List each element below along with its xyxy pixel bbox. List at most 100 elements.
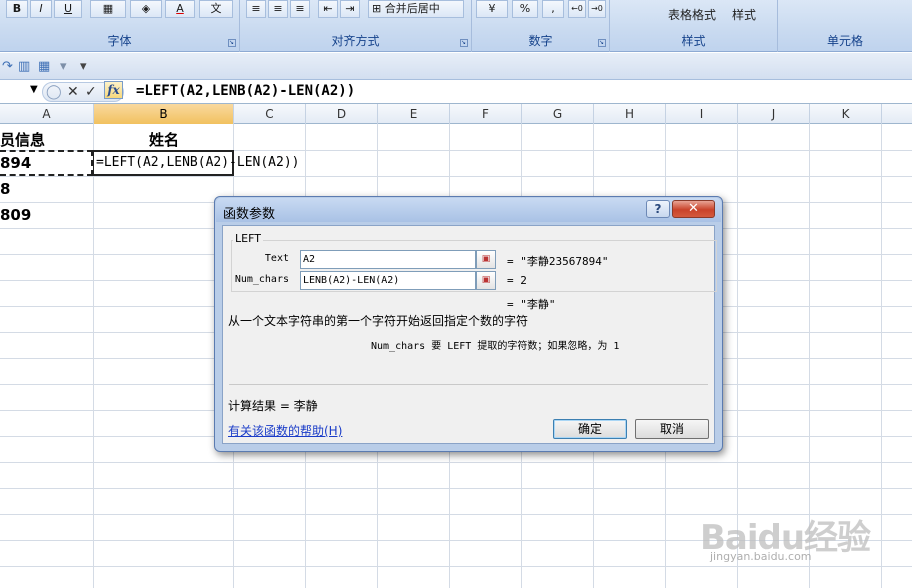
ribbon-group-number-label: 数字: [528, 34, 553, 48]
column-header-f[interactable]: F: [450, 104, 522, 124]
cell-a3[interactable]: 8: [0, 180, 10, 198]
arg-num-chars-result: = 2: [507, 274, 527, 287]
column-header-k[interactable]: K: [810, 104, 882, 124]
ribbon-group-cells-label: 单元格: [826, 34, 863, 48]
increase-indent-icon: ⇥: [345, 2, 355, 15]
grid-line: [0, 462, 912, 463]
cell-style-button[interactable]: 样式: [732, 6, 756, 23]
column-header-i[interactable]: I: [666, 104, 738, 124]
number-dialog-launcher-icon[interactable]: ↘: [598, 39, 606, 47]
quick-access-toolbar: ↷ ▥ ▦ ▾ ▾: [0, 53, 912, 80]
cell-a4[interactable]: 809: [0, 206, 31, 224]
fill-color-button[interactable]: ◈: [130, 0, 162, 18]
customize-toolbar-icon[interactable]: ▾: [80, 59, 87, 74]
arg-num-chars-collapse-button[interactable]: ▣: [476, 271, 496, 290]
table-format-button[interactable]: 表格格式: [668, 6, 716, 23]
merge-center-icon: ⊞: [372, 2, 382, 15]
redo-icon[interactable]: ↷: [2, 59, 13, 74]
percent-button[interactable]: %: [512, 0, 538, 18]
function-description: 从一个文本字符串的第一个字符开始返回指定个数的字符: [228, 314, 529, 328]
grid-line: [93, 124, 94, 588]
font-color-button[interactable]: A: [165, 0, 195, 18]
font-color-icon: A: [176, 2, 184, 15]
column-header-d[interactable]: D: [306, 104, 378, 124]
font-dialog-launcher-icon[interactable]: ↘: [228, 39, 236, 47]
ribbon-group-font: B I U ▦ ◈ A 文 字体 ↘: [0, 0, 240, 52]
cell-b1[interactable]: 姓名: [94, 129, 234, 150]
align-right-button[interactable]: ≡: [290, 0, 310, 18]
ribbon-group-alignment: ≡ ≡ ≡ ⇤ ⇥ ⊞ 合并后居中 对齐方式 ↘: [240, 0, 472, 52]
collapse-dialog-icon: ▣: [481, 275, 491, 285]
cancel-formula-icon[interactable]: ✕: [67, 84, 79, 100]
close-icon: ✕: [688, 201, 699, 216]
increase-decimal-icon: ←0: [571, 4, 583, 13]
table-icon[interactable]: ▦: [38, 59, 50, 74]
increase-indent-button[interactable]: ⇥: [340, 0, 360, 18]
cancel-button[interactable]: 取消: [635, 419, 709, 439]
help-icon: ?: [654, 202, 662, 216]
accounting-format-button[interactable]: ¥: [476, 0, 508, 18]
merge-center-button[interactable]: ⊞ 合并后居中: [368, 0, 464, 18]
enter-formula-icon[interactable]: ✓: [85, 84, 97, 100]
grid-line: [0, 488, 912, 489]
function-arguments-dialog: 函数参数 ? ✕ LEFT Text A2 ▣ = "李静23567894" N…: [214, 196, 723, 452]
function-help-link[interactable]: 有关该函数的帮助(H): [228, 422, 342, 439]
decrease-indent-icon: ⇤: [323, 2, 333, 15]
increase-decimal-button[interactable]: ←0: [568, 0, 586, 18]
ribbon-group-number: ¥ % , ←0 →0 数字 ↘: [472, 0, 610, 52]
arg-num-chars-input[interactable]: LENB(A2)-LEN(A2): [300, 271, 476, 290]
ribbon-group-font-label: 字体: [107, 34, 132, 48]
align-center-icon: ≡: [273, 2, 283, 15]
calculation-result: 计算结果 = 李静: [228, 399, 318, 413]
arg-text-result: = "李静23567894": [507, 255, 609, 268]
italic-button[interactable]: I: [30, 0, 52, 18]
dialog-help-button[interactable]: ?: [646, 200, 670, 218]
align-right-icon: ≡: [295, 2, 305, 15]
align-center-button[interactable]: ≡: [268, 0, 288, 18]
cell-a1[interactable]: 员信息: [0, 129, 45, 150]
dialog-close-button[interactable]: ✕: [672, 200, 715, 218]
chart-icon[interactable]: ▥: [18, 59, 30, 74]
fill-color-icon: ◈: [141, 2, 151, 15]
ribbon-group-styles-label: 样式: [681, 34, 706, 48]
ribbon: B I U ▦ ◈ A 文 字体 ↘ ≡ ≡ ≡ ⇤ ⇥ ⊞ 合并后居中 对齐方…: [0, 0, 912, 52]
watermark: Baidu经验 jingyan.baidu.com: [700, 510, 900, 580]
decrease-decimal-button[interactable]: →0: [588, 0, 606, 18]
name-box-dropdown-icon[interactable]: ▼: [30, 84, 38, 95]
column-header-h[interactable]: H: [594, 104, 666, 124]
dialog-title-bar[interactable]: 函数参数 ? ✕: [216, 198, 721, 222]
dialog-body: LEFT Text A2 ▣ = "李静23567894" Num_chars …: [222, 225, 717, 444]
collapse-dialog-icon: ▣: [481, 254, 491, 264]
formula-input[interactable]: =LEFT(A2,LENB(A2)-LEN(A2)): [136, 83, 355, 99]
cell-b2[interactable]: =LEFT(A2,LENB(A2)-LEN(A2)): [96, 155, 300, 170]
underline-button[interactable]: U: [54, 0, 82, 18]
ribbon-group-alignment-label: 对齐方式: [331, 34, 380, 48]
align-left-icon: ≡: [251, 2, 261, 15]
ok-button[interactable]: 确定: [553, 419, 627, 439]
comma-button[interactable]: ,: [542, 0, 564, 18]
formula-result-preview: = "李静": [507, 298, 556, 311]
currency-icon: ¥: [488, 2, 496, 15]
undo-dropdown-icon[interactable]: ▾: [60, 59, 67, 74]
arg-text-collapse-button[interactable]: ▣: [476, 250, 496, 269]
column-header-b[interactable]: B: [94, 104, 234, 124]
decrease-indent-button[interactable]: ⇤: [318, 0, 338, 18]
column-header-c[interactable]: C: [234, 104, 306, 124]
grid-line: [0, 176, 912, 177]
column-header-e[interactable]: E: [378, 104, 450, 124]
column-header-j[interactable]: J: [738, 104, 810, 124]
column-header-g[interactable]: G: [522, 104, 594, 124]
merge-center-label: 合并后居中: [384, 2, 440, 15]
alignment-dialog-launcher-icon[interactable]: ↘: [460, 39, 468, 47]
border-icon: ▦: [102, 2, 114, 15]
circle-icon: ◯: [46, 84, 62, 100]
bold-button[interactable]: B: [6, 0, 28, 18]
phonetic-button[interactable]: 文: [199, 0, 233, 18]
border-button[interactable]: ▦: [90, 0, 126, 18]
insert-function-button[interactable]: fx: [104, 81, 123, 99]
column-header-a[interactable]: A: [0, 104, 94, 124]
arg-num-chars-label: Num_chars: [234, 274, 289, 285]
arg-text-input[interactable]: A2: [300, 250, 476, 269]
column-headers: A B C D E F G H I J K: [0, 104, 912, 124]
align-left-button[interactable]: ≡: [246, 0, 266, 18]
